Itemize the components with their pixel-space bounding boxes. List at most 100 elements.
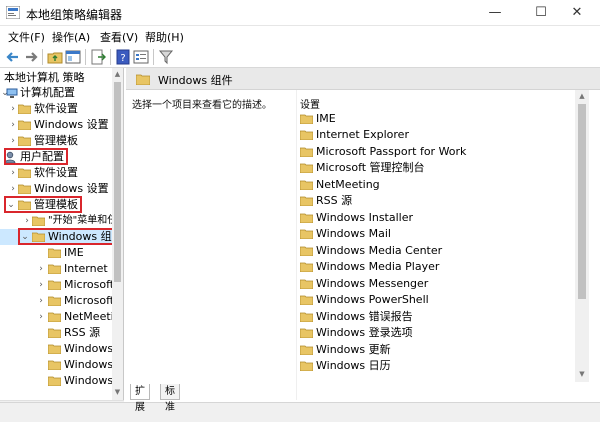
list-item-label: Windows 登录选项 (316, 326, 413, 339)
list-item-label: Windows Messenger (316, 277, 429, 290)
folder-icon (300, 279, 313, 289)
folder-icon (136, 74, 150, 85)
tree-item-label: 软件设置 (34, 102, 78, 115)
list-item-label: Windows PowerShell (316, 293, 429, 306)
description-text: 选择一个项目来查看它的描述。 (132, 100, 272, 111)
tree-item-label: Windows 设置 (34, 118, 109, 131)
chevron-right-icon[interactable]: › (36, 293, 46, 309)
menu-file[interactable]: 文件(F) (8, 29, 45, 45)
folder-icon (48, 296, 61, 306)
scroll-down-icon[interactable]: ▼ (575, 370, 589, 378)
details-pane: Windows 组件 选择一个项目来查看它的描述。 设置 IME Interne… (126, 68, 600, 400)
menu-help[interactable]: 帮助(H) (145, 29, 184, 45)
highlight-box (18, 228, 114, 245)
menu-view[interactable]: 查看(V) (100, 29, 138, 45)
scroll-down-icon[interactable]: ▼ (112, 388, 123, 396)
tab-standard[interactable]: 标准 (160, 384, 180, 413)
folder-icon (48, 280, 61, 290)
folder-icon (300, 361, 313, 371)
folder-icon (300, 312, 313, 322)
folder-icon (18, 104, 31, 114)
filter-icon[interactable] (157, 48, 175, 66)
tree-item-label: RSS 源 (64, 326, 101, 339)
folder-icon (300, 262, 313, 272)
scrollbar-thumb[interactable] (114, 82, 121, 282)
toolbar: ? (0, 46, 600, 68)
tree-item-label: IME (64, 246, 84, 259)
export-list-icon[interactable] (89, 48, 107, 66)
window-title: 本地组策略编辑器 (26, 8, 123, 22)
list-item-label: Internet Explorer (316, 128, 409, 141)
folder-icon (48, 264, 61, 274)
scrollbar-thumb[interactable] (578, 104, 586, 299)
show-hide-tree-icon[interactable] (64, 48, 82, 66)
help-icon[interactable]: ? (114, 48, 132, 66)
list-item-label: Windows 更新 (316, 343, 391, 356)
folder-icon (48, 312, 61, 322)
forward-arrow-icon[interactable] (22, 48, 40, 66)
tree-item-label: 软件设置 (34, 166, 78, 179)
policy-editor-app-icon (6, 6, 20, 19)
chevron-right-icon[interactable]: › (8, 117, 18, 133)
folder-icon (300, 213, 313, 223)
list-vertical-scrollbar[interactable]: ▲ ▼ (575, 90, 589, 382)
list-item-label: Windows 日历 (316, 359, 391, 372)
svg-text:?: ? (120, 53, 125, 64)
toolbar-separator (42, 49, 43, 65)
properties-icon[interactable] (132, 48, 150, 66)
folder-icon (300, 180, 313, 190)
chevron-right-icon[interactable]: › (36, 277, 46, 293)
list-item-label: Windows Media Center (316, 244, 443, 257)
tree-root-label: 本地计算机 策略 (4, 71, 85, 84)
details-header: Windows 组件 (126, 68, 600, 90)
list-item-label: NetMeeting (316, 178, 380, 191)
menu-action[interactable]: 操作(A) (52, 29, 90, 45)
folder-icon (300, 246, 313, 256)
chevron-right-icon[interactable]: › (22, 213, 32, 229)
list-item-label: Windows Mail (316, 227, 391, 240)
highlight-box (4, 196, 82, 213)
list-item-label: Microsoft 管理控制台 (316, 161, 425, 174)
details-header-title: Windows 组件 (158, 74, 233, 87)
toolbar-separator (85, 49, 86, 65)
list-item-label: RSS 源 (316, 194, 353, 207)
title-bar: 本地组策略编辑器 — ☐ ✕ (0, 0, 600, 26)
folder-icon (48, 328, 61, 338)
up-folder-icon[interactable] (46, 48, 64, 66)
chevron-right-icon[interactable]: › (36, 261, 46, 277)
folder-icon (300, 295, 313, 305)
list-item-label: Windows 错误报告 (316, 310, 413, 323)
list-item-label: IME (316, 112, 336, 125)
chevron-right-icon[interactable]: › (8, 165, 18, 181)
computer-icon (6, 88, 18, 98)
column-header-setting[interactable]: 设置 (300, 96, 320, 111)
back-arrow-icon[interactable] (4, 48, 22, 66)
folder-icon (48, 376, 61, 386)
folder-icon (18, 136, 31, 146)
scroll-up-icon[interactable]: ▲ (575, 92, 589, 100)
folder-icon (300, 130, 313, 140)
folder-icon (300, 147, 313, 157)
chevron-right-icon[interactable]: › (8, 133, 18, 149)
tab-extended[interactable]: 扩展 (130, 384, 150, 413)
folder-icon (18, 120, 31, 130)
tree-vertical-scrollbar[interactable]: ▲ ▼ (112, 68, 123, 400)
folder-icon (300, 114, 313, 124)
folder-icon (48, 360, 61, 370)
status-bar (0, 402, 600, 422)
tree-pane: 本地计算机 策略 ⌄ 计算机配置 › 软件设置 › Windows 设置 › 管… (0, 68, 124, 400)
minimize-button[interactable]: — (472, 0, 518, 26)
tree-item-label: Windows 设置 (34, 182, 109, 195)
chevron-right-icon[interactable]: › (8, 101, 18, 117)
chevron-right-icon[interactable]: › (8, 181, 18, 197)
folder-icon (300, 196, 313, 206)
tree-item-label: 计算机配置 (20, 86, 75, 99)
close-button[interactable]: ✕ (554, 0, 600, 26)
folder-icon (48, 248, 61, 258)
chevron-right-icon[interactable]: › (36, 309, 46, 325)
folder-icon (300, 345, 313, 355)
folder-icon (300, 163, 313, 173)
list-item-label: Windows Installer (316, 211, 414, 224)
toolbar-separator (153, 49, 154, 65)
scroll-up-icon[interactable]: ▲ (112, 70, 123, 78)
